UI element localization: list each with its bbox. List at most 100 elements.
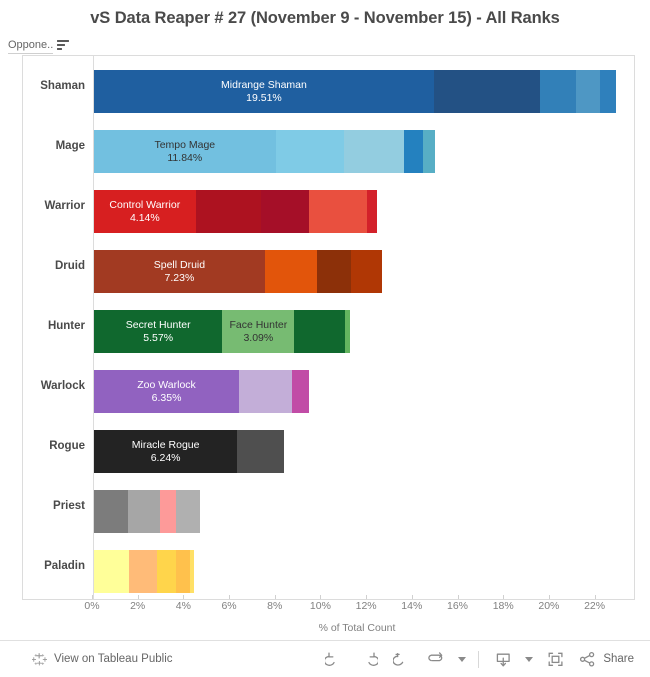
x-axis-tick-label: 6% xyxy=(221,600,237,612)
chart-row: Shaman Midrange Shaman 19.51% xyxy=(23,56,634,116)
x-axis-tick-label: 12% xyxy=(355,600,377,612)
download-dropdown-button[interactable] xyxy=(520,644,538,674)
bar-segment-label: Face Hunter 3.09% xyxy=(229,318,288,344)
chart-row: Priest xyxy=(23,476,634,536)
stacked-bar-priest[interactable] xyxy=(94,490,201,533)
x-axis-tick-mark xyxy=(274,595,276,599)
x-axis-tick-mark xyxy=(320,595,322,599)
stacked-bar-rogue[interactable]: Miracle Rogue 6.24% xyxy=(94,430,284,473)
bar-segment[interactable] xyxy=(176,550,191,593)
bar-track: Control Warrior 4.14% xyxy=(94,176,632,236)
bar-segment[interactable] xyxy=(576,70,601,113)
row-label-priest: Priest xyxy=(53,500,85,512)
bar-segment[interactable] xyxy=(308,190,367,233)
bar-segment[interactable] xyxy=(317,250,351,293)
sort-descending-icon[interactable] xyxy=(57,39,70,51)
bar-segment[interactable]: Face Hunter 3.09% xyxy=(222,310,295,353)
row-label-hunter: Hunter xyxy=(47,320,85,332)
revert-button[interactable] xyxy=(385,644,419,674)
bar-segment[interactable] xyxy=(159,490,177,533)
bar-segment[interactable] xyxy=(344,310,350,353)
stacked-bar-shaman[interactable]: Midrange Shaman 19.51% xyxy=(94,70,616,113)
bar-segment[interactable] xyxy=(156,550,177,593)
view-on-tableau-public-button[interactable]: View on Tableau Public xyxy=(32,652,173,667)
x-axis-tick-mark xyxy=(183,595,185,599)
page-title: vS Data Reaper # 27 (November 9 - Novemb… xyxy=(90,9,560,27)
share-button[interactable]: Share xyxy=(572,650,634,669)
bar-track: Secret Hunter 5.57% Face Hunter 3.09% xyxy=(94,296,632,356)
x-axis-tick-mark xyxy=(366,595,368,599)
share-label: Share xyxy=(603,653,634,665)
bar-segment[interactable] xyxy=(600,70,616,113)
bar-segment-label: Tempo Mage 11.84% xyxy=(154,138,216,164)
row-label-rogue: Rogue xyxy=(49,440,85,452)
x-axis-tick-label: 14% xyxy=(401,600,423,612)
stacked-bar-warlock[interactable]: Zoo Warlock 6.35% xyxy=(94,370,309,413)
bar-segment[interactable] xyxy=(404,130,424,173)
bar-segment[interactable] xyxy=(350,250,382,293)
stacked-bar-hunter[interactable]: Secret Hunter 5.57% Face Hunter 3.09% xyxy=(94,310,350,353)
bar-segment[interactable]: Tempo Mage 11.84% xyxy=(94,130,276,173)
bar-segment[interactable] xyxy=(433,70,540,113)
chart-row: Warlock Zoo Warlock 6.35% xyxy=(23,356,634,416)
x-axis-tick-mark xyxy=(92,595,93,599)
bar-segment-label: Miracle Rogue 6.24% xyxy=(131,438,200,464)
bar-segment[interactable]: Spell Druid 7.23% xyxy=(94,250,265,293)
field-header[interactable]: Oppone.. xyxy=(8,38,70,54)
chevron-down-icon xyxy=(458,656,467,662)
download-button[interactable] xyxy=(486,644,520,674)
x-axis-tick-label: 22% xyxy=(584,600,606,612)
bar-segment-label: Midrange Shaman 19.51% xyxy=(221,78,307,104)
bar-segment[interactable] xyxy=(94,550,130,593)
bar-segment[interactable] xyxy=(237,430,284,473)
x-axis-tick-label: 2% xyxy=(130,600,146,612)
redo-button[interactable] xyxy=(351,644,385,674)
bar-segment[interactable] xyxy=(128,490,160,533)
bar-track: Miracle Rogue 6.24% xyxy=(94,416,632,476)
bar-segment[interactable] xyxy=(195,190,261,233)
stacked-bar-mage[interactable]: Tempo Mage 11.84% xyxy=(94,130,435,173)
x-axis-tick-mark xyxy=(503,595,505,599)
bar-segment[interactable] xyxy=(239,370,292,413)
bar-segment[interactable]: Miracle Rogue 6.24% xyxy=(94,430,238,473)
refresh-dropdown-button[interactable] xyxy=(453,644,471,674)
view-on-tableau-public-label: View on Tableau Public xyxy=(54,653,173,665)
bar-segment[interactable] xyxy=(94,490,129,533)
bar-segment[interactable] xyxy=(366,190,378,233)
x-axis-tick-label: 4% xyxy=(175,600,191,612)
x-axis-tick-label: 10% xyxy=(309,600,331,612)
bar-segment-label: Control Warrior 4.14% xyxy=(109,198,181,224)
x-axis-title: % of Total Count xyxy=(318,622,396,634)
bottom-toolbar: View on Tableau Public Share xyxy=(0,640,650,677)
bar-segment[interactable]: Midrange Shaman 19.51% xyxy=(94,70,434,113)
stacked-bar-paladin[interactable] xyxy=(94,550,195,593)
bar-segment[interactable] xyxy=(294,310,345,353)
bar-segment[interactable] xyxy=(539,70,577,113)
bar-segment[interactable]: Secret Hunter 5.57% xyxy=(94,310,223,353)
bar-segment[interactable] xyxy=(129,550,157,593)
row-label-warlock: Warlock xyxy=(40,380,85,392)
undo-button[interactable] xyxy=(317,644,351,674)
bar-segment[interactable] xyxy=(423,130,435,173)
x-axis-tick-mark xyxy=(457,595,459,599)
row-label-paladin: Paladin xyxy=(44,560,85,572)
bar-segment[interactable]: Zoo Warlock 6.35% xyxy=(94,370,240,413)
refresh-button[interactable] xyxy=(419,644,453,674)
stacked-bar-druid[interactable]: Spell Druid 7.23% xyxy=(94,250,382,293)
bar-segment[interactable] xyxy=(190,550,195,593)
bar-track: Zoo Warlock 6.35% xyxy=(94,356,632,416)
bar-segment[interactable] xyxy=(260,190,309,233)
bar-track: Midrange Shaman 19.51% xyxy=(94,56,632,116)
bar-segment[interactable] xyxy=(275,130,345,173)
bar-segment[interactable] xyxy=(176,490,201,533)
x-axis-tick-mark xyxy=(411,595,413,599)
fullscreen-button[interactable] xyxy=(538,644,572,674)
row-label-shaman: Shaman xyxy=(40,80,85,92)
bar-segment[interactable]: Control Warrior 4.14% xyxy=(94,190,196,233)
bar-segment[interactable] xyxy=(291,370,309,413)
chart-row: Druid Spell Druid 7.23% xyxy=(23,236,634,296)
stacked-bar-warrior[interactable]: Control Warrior 4.14% xyxy=(94,190,378,233)
bar-segment[interactable] xyxy=(344,130,405,173)
bar-track xyxy=(94,536,632,596)
bar-segment[interactable] xyxy=(264,250,318,293)
